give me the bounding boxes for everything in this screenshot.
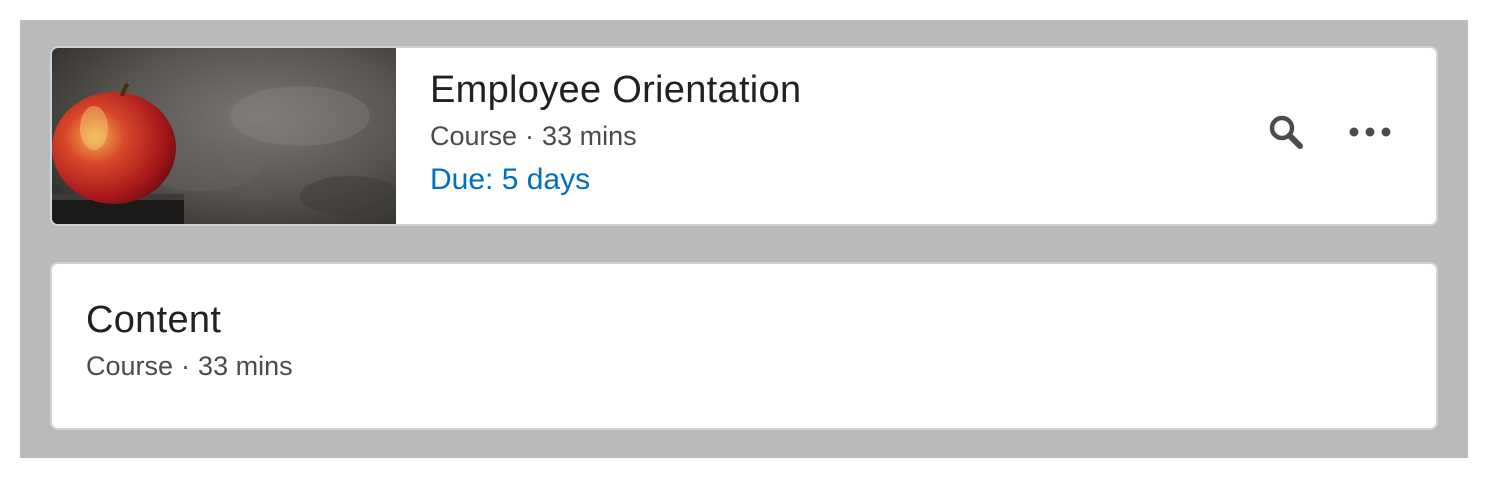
course-due-date: Due: 5 days xyxy=(430,163,591,196)
course-info: Employee Orientation Course · 33 mins Due:… xyxy=(430,66,801,202)
course-card-content[interactable]: Content Course · 33 mins xyxy=(50,262,1438,430)
more-options-button[interactable] xyxy=(1348,110,1392,154)
meta-separator: · xyxy=(525,121,535,151)
course-actions xyxy=(1264,110,1392,154)
course-title[interactable]: Content xyxy=(86,296,293,344)
course-card-employee-orientation[interactable]: Employee Orientation Course · 33 mins Due:… xyxy=(50,46,1438,226)
course-type: Course xyxy=(86,351,174,381)
course-title[interactable]: Employee Orientation xyxy=(430,66,801,114)
more-options-icon xyxy=(1349,127,1391,137)
course-info: Content Course · 33 mins xyxy=(86,296,293,386)
course-list-panel: Employee Orientation Course · 33 mins Due:… xyxy=(20,20,1468,458)
apple-on-books-image xyxy=(52,48,396,224)
search-button[interactable] xyxy=(1264,110,1308,154)
course-duration: 33 mins xyxy=(198,351,293,381)
course-type: Course xyxy=(430,121,518,151)
course-meta: Course · 33 mins xyxy=(430,116,801,156)
course-duration: 33 mins xyxy=(542,121,637,151)
meta-separator: · xyxy=(181,351,191,381)
search-icon xyxy=(1269,115,1303,149)
course-thumbnail xyxy=(52,48,396,224)
course-meta: Course · 33 mins xyxy=(86,346,293,386)
